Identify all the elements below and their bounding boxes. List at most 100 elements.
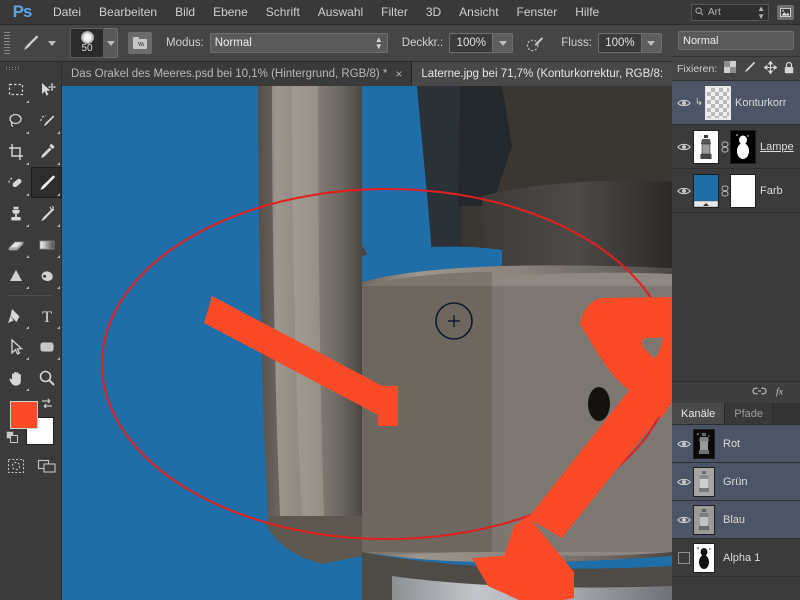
brush-preset-caret-icon[interactable] xyxy=(48,40,56,46)
lock-position-icon[interactable] xyxy=(763,60,778,77)
link-layers-icon[interactable] xyxy=(752,386,767,399)
menu-item-hilfe[interactable]: Hilfe xyxy=(566,0,608,25)
channel-row-rot[interactable]: Rot xyxy=(672,425,800,463)
dodge-tool[interactable] xyxy=(31,260,62,291)
close-icon[interactable]: × xyxy=(395,67,402,81)
opacity-input[interactable]: 100% xyxy=(449,33,494,53)
channel-row-blau[interactable]: Blau xyxy=(672,501,800,539)
hand-tool[interactable] xyxy=(0,362,31,393)
document-tab-orakel[interactable]: Das Orakel des Meeres.psd bei 10,1% (Hin… xyxy=(62,62,413,86)
foreground-color-swatch[interactable] xyxy=(10,401,38,429)
layer-row-konturkorrektur[interactable]: ↳ Konturkorr xyxy=(672,81,800,125)
brush-preset-dropdown[interactable] xyxy=(104,28,118,58)
move-tool[interactable] xyxy=(31,74,62,105)
channel-thumbnail[interactable] xyxy=(693,504,715,535)
quick-mask-icon[interactable] xyxy=(0,449,31,483)
type-tool[interactable]: T xyxy=(31,300,62,331)
gradient-tool[interactable] xyxy=(31,229,62,260)
menu-item-3d[interactable]: 3D xyxy=(417,0,450,25)
layer-thumbnail[interactable] xyxy=(693,173,719,208)
tools-panel-grip[interactable] xyxy=(0,62,61,74)
flow-label: Fluss: xyxy=(561,37,592,49)
layer-row-farbfuellung[interactable]: Farb xyxy=(672,169,800,213)
eye-icon[interactable] xyxy=(675,98,693,108)
screen-mode-toggle-icon[interactable] xyxy=(31,449,62,483)
marquee-tool[interactable] xyxy=(0,74,31,105)
layer-thumbnail[interactable] xyxy=(693,129,719,164)
channel-row-gruen[interactable]: Grün xyxy=(672,463,800,501)
pen-tool[interactable] xyxy=(0,300,31,331)
healing-brush-tool[interactable] xyxy=(0,167,31,198)
options-bar-grip[interactable] xyxy=(0,25,14,62)
channel-thumbnail[interactable] xyxy=(693,466,715,497)
mask-link-icon[interactable] xyxy=(719,141,730,153)
menu-item-bearbeiten[interactable]: Bearbeiten xyxy=(90,0,166,25)
channel-thumbnail[interactable] xyxy=(693,542,715,573)
layer-mask-thumbnail[interactable] xyxy=(730,129,756,164)
visibility-toggle-empty[interactable] xyxy=(675,551,693,564)
brush-tool-icon[interactable] xyxy=(14,25,48,62)
channel-row-alpha1[interactable]: Alpha 1 xyxy=(672,539,800,577)
flow-input[interactable]: 100% xyxy=(597,33,642,53)
menu-item-fenster[interactable]: Fenster xyxy=(508,0,567,25)
channel-thumbnail[interactable] xyxy=(693,428,715,459)
layer-lock-row: Fixieren: xyxy=(672,57,800,81)
layer-mask-thumbnail[interactable] xyxy=(730,173,756,208)
airbrush-icon[interactable] xyxy=(523,31,547,55)
history-brush-tool[interactable] xyxy=(31,198,62,229)
quick-selection-tool[interactable] xyxy=(31,105,62,136)
shape-tool[interactable] xyxy=(31,331,62,362)
menu-item-ansicht[interactable]: Ansicht xyxy=(450,0,507,25)
layer-name[interactable]: Lampe xyxy=(760,141,794,153)
menu-item-ebene[interactable]: Ebene xyxy=(204,0,257,25)
blur-tool[interactable] xyxy=(0,260,31,291)
swap-colors-icon[interactable] xyxy=(40,397,54,413)
default-colors-icon[interactable] xyxy=(6,431,19,447)
lock-image-icon[interactable] xyxy=(743,61,757,76)
eye-icon[interactable] xyxy=(675,515,693,525)
blend-mode-value: Normal xyxy=(214,37,252,49)
eye-icon[interactable] xyxy=(675,439,693,449)
tab-kanaele[interactable]: Kanäle xyxy=(672,403,726,424)
canvas-area[interactable] xyxy=(62,86,672,600)
eyedropper-tool[interactable] xyxy=(31,136,62,167)
mask-link-icon[interactable] xyxy=(719,185,730,197)
brush-panel-icon[interactable] xyxy=(128,32,152,54)
menu-item-auswahl[interactable]: Auswahl xyxy=(309,0,372,25)
path-selection-tool[interactable] xyxy=(0,331,31,362)
lock-transparent-icon[interactable] xyxy=(724,61,737,76)
mode-buttons xyxy=(0,449,62,483)
fx-icon[interactable]: fx xyxy=(776,385,792,400)
tools-panel: T xyxy=(0,62,62,600)
lasso-tool[interactable] xyxy=(0,105,31,136)
zoom-tool[interactable] xyxy=(31,362,62,393)
lock-all-icon[interactable] xyxy=(784,61,794,77)
eye-icon[interactable] xyxy=(675,186,693,196)
search-input[interactable]: Art ▲ ▼ xyxy=(691,4,769,21)
layer-name[interactable]: Farb xyxy=(760,185,783,197)
crop-tool[interactable] xyxy=(0,136,31,167)
layer-row-lampe[interactable]: Lampe xyxy=(672,125,800,169)
eraser-tool[interactable] xyxy=(0,229,31,260)
document-tab-laterne[interactable]: Laterne.jpg bei 71,7% (Konturkorrektur, … xyxy=(412,62,674,86)
clone-stamp-tool[interactable] xyxy=(0,198,31,229)
menu-item-bild[interactable]: Bild xyxy=(166,0,204,25)
brush-size-preview[interactable]: 50 xyxy=(70,28,104,58)
eye-icon[interactable] xyxy=(675,477,693,487)
opacity-label: Deckkr.: xyxy=(401,37,444,49)
layer-thumbnail[interactable] xyxy=(705,85,731,120)
opacity-dropdown[interactable] xyxy=(493,33,514,53)
menu-item-datei[interactable]: Datei xyxy=(44,0,90,25)
flow-dropdown[interactable] xyxy=(641,33,662,53)
search-spinner-icon[interactable]: ▲ ▼ xyxy=(757,4,765,21)
blend-mode-select[interactable]: Normal ▲ ▼ xyxy=(209,33,388,53)
menu-item-schrift[interactable]: Schrift xyxy=(257,0,309,25)
screen-mode-icon[interactable] xyxy=(777,5,794,20)
menu-item-filter[interactable]: Filter xyxy=(372,0,417,25)
layer-name[interactable]: Konturkorr xyxy=(735,97,786,109)
tab-pfade[interactable]: Pfade xyxy=(725,403,774,424)
layer-blend-mode-select[interactable]: Normal xyxy=(678,31,794,50)
channels-list: Rot Grün Blau Alpha 1 xyxy=(672,425,800,577)
brush-tool[interactable] xyxy=(31,167,62,198)
eye-icon[interactable] xyxy=(675,142,693,152)
